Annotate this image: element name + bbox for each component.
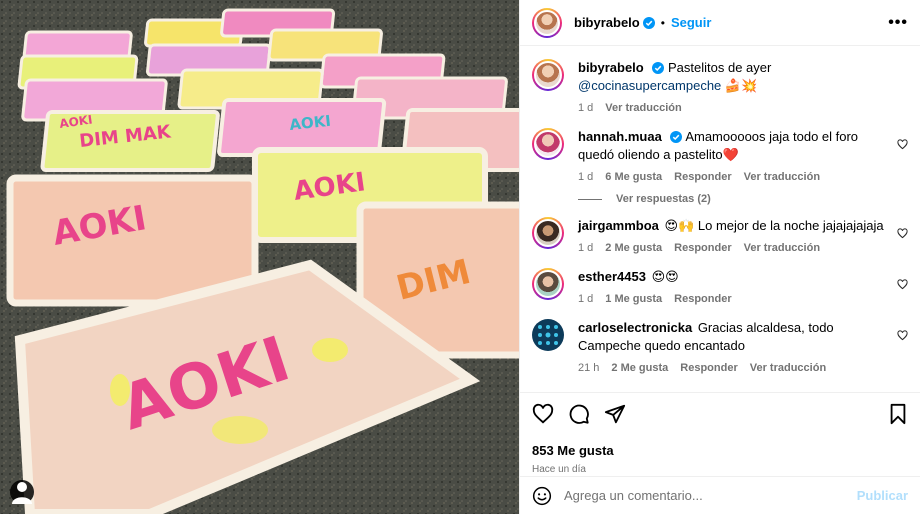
comment-item: esther4453 😍😍 1 d 1 Me gusta Responder	[532, 268, 908, 305]
translate-button[interactable]: Ver traducción	[750, 362, 826, 374]
heart-icon[interactable]	[897, 228, 908, 239]
post-photo[interactable]: AOKI DIM MAK AOKI AOKI AOKI DIM AOKI	[0, 0, 519, 514]
comments-list[interactable]: bibyrabelo Pastelitos de ayer @cocinasup…	[520, 47, 920, 392]
heart-icon[interactable]	[897, 279, 908, 290]
caption-time[interactable]: 1 d	[578, 102, 593, 114]
caption-text: Pastelitos de ayer	[668, 60, 772, 75]
translate-button[interactable]: Ver traducción	[744, 242, 820, 254]
comment-time[interactable]: 1 d	[578, 171, 593, 183]
commenter-avatar[interactable]	[532, 268, 564, 300]
post-header: bibyrabelo • Seguir •••	[520, 0, 920, 46]
caption-emoji: 🍰💥	[724, 78, 758, 93]
comment-time[interactable]: 1 d	[578, 242, 593, 254]
reply-button[interactable]: Responder	[674, 293, 731, 305]
add-comment-bar: Publicar	[520, 476, 920, 514]
follow-button[interactable]: Seguir	[671, 15, 711, 30]
comment-item: hannah.muaa Amamooooos jaja todo el foro…	[532, 128, 908, 183]
view-replies-label: Ver respuestas (2)	[616, 193, 711, 205]
cakes-image: AOKI DIM MAK AOKI AOKI AOKI DIM AOKI	[0, 0, 519, 514]
comment-input[interactable]	[564, 488, 857, 503]
comment-likes[interactable]: 6 Me gusta	[605, 171, 662, 183]
heart-icon[interactable]	[897, 139, 908, 150]
share-icon[interactable]	[604, 403, 626, 425]
comment-likes[interactable]: 2 Me gusta	[605, 242, 662, 254]
heart-icon[interactable]	[532, 403, 554, 425]
verified-icon	[670, 131, 683, 143]
comment-time[interactable]: 21 h	[578, 362, 599, 374]
author-username[interactable]: bibyrabelo	[574, 15, 640, 30]
translate-button[interactable]: Ver traducción	[744, 171, 820, 183]
reply-button[interactable]: Responder	[674, 242, 731, 254]
commenter-avatar[interactable]	[532, 217, 564, 249]
reply-button[interactable]: Responder	[674, 171, 731, 183]
publish-button[interactable]: Publicar	[857, 488, 908, 503]
commenter-avatar[interactable]	[532, 319, 564, 351]
circuit-avatar-icon	[538, 325, 558, 345]
comment-username[interactable]: jairgammboa	[578, 218, 659, 233]
comment-text: 😍🙌 Lo mejor de la noche jajajajajaja	[664, 218, 884, 233]
verified-icon	[652, 62, 665, 74]
author-avatar[interactable]	[532, 59, 564, 91]
bookmark-icon[interactable]	[888, 403, 908, 425]
comment-username[interactable]: hannah.muaa	[578, 129, 662, 144]
comment-time[interactable]: 1 d	[578, 293, 593, 305]
comment-item: carloselectronicka Gracias alcaldesa, to…	[532, 319, 908, 374]
comment-likes[interactable]: 1 Me gusta	[605, 293, 662, 305]
replies-line	[578, 198, 602, 200]
commenter-avatar[interactable]	[532, 128, 564, 160]
caption: bibyrabelo Pastelitos de ayer @cocinasup…	[532, 59, 908, 114]
caption-username[interactable]: bibyrabelo	[578, 60, 644, 75]
tagged-user-button[interactable]	[10, 480, 34, 504]
more-options-icon[interactable]: •••	[888, 14, 908, 32]
comment-icon[interactable]	[568, 403, 590, 425]
reply-button[interactable]: Responder	[680, 362, 737, 374]
separator-dot: •	[660, 15, 665, 30]
emoji-icon[interactable]	[532, 486, 552, 506]
user-icon	[12, 482, 32, 504]
comment-likes[interactable]: 2 Me gusta	[611, 362, 668, 374]
caption-mention[interactable]: @cocinasupercampeche	[578, 78, 721, 93]
view-replies-button[interactable]: Ver respuestas (2)	[578, 193, 908, 205]
post-panel: bibyrabelo • Seguir ••• bibyrabelo Paste	[519, 0, 920, 514]
post-actions: 853 Me gusta Hace un día	[520, 392, 920, 475]
comment-text: 😍😍	[651, 269, 679, 284]
verified-icon	[642, 16, 655, 29]
heart-icon[interactable]	[897, 330, 908, 341]
post-time: Hace un día	[532, 464, 586, 475]
author-avatar[interactable]	[532, 7, 562, 38]
comment-username[interactable]: esther4453	[578, 269, 646, 284]
comment-username[interactable]: carloselectronicka	[578, 320, 692, 335]
caption-translate[interactable]: Ver traducción	[605, 102, 681, 114]
comment-item: jairgammboa 😍🙌 Lo mejor de la noche jaja…	[532, 217, 908, 254]
likes-count[interactable]: 853 Me gusta	[532, 443, 908, 458]
